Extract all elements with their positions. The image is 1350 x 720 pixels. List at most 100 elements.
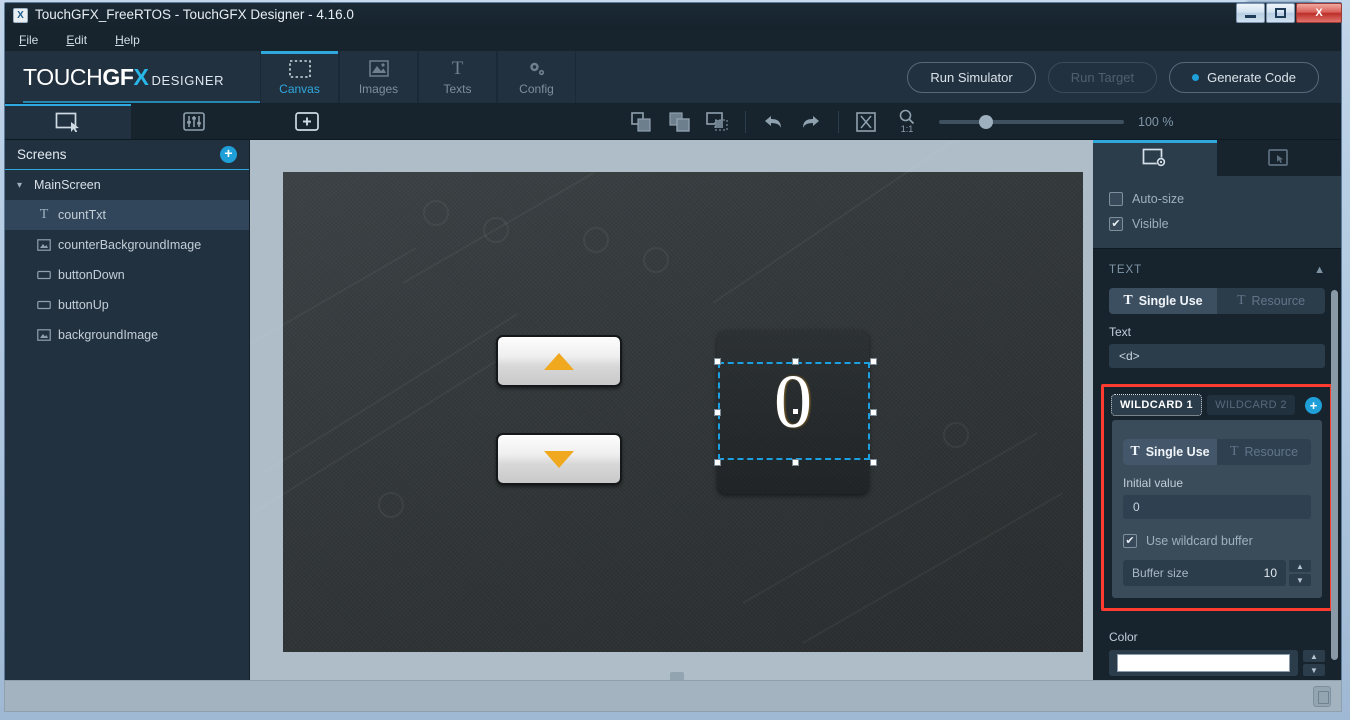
wildcard-2-tab[interactable]: WILDCARD 2 <box>1207 395 1295 415</box>
add-screen-plus-button[interactable]: + <box>220 146 237 163</box>
menu-bar[interactable]: File Edit Help <box>5 29 1341 51</box>
text-mode-single-use-label: Single Use <box>1139 294 1203 308</box>
text-section-header[interactable]: TEXT ▲ <box>1109 261 1325 279</box>
add-wildcard-button[interactable]: + <box>1305 397 1322 414</box>
use-wildcard-buffer-checkbox[interactable]: ✔ <box>1123 534 1137 548</box>
add-screen-button[interactable] <box>257 104 357 139</box>
tree-item-buttondown[interactable]: buttonDown <box>5 260 249 290</box>
generate-code-label: Generate Code <box>1207 70 1296 85</box>
properties-panel-tabs <box>1093 140 1341 176</box>
color-stepper[interactable]: ▲ ▼ <box>1303 650 1325 676</box>
zoom-slider[interactable] <box>939 120 1124 124</box>
properties-tab[interactable] <box>1093 140 1217 176</box>
properties-scroll-area[interactable]: Auto-size ✔ Visible TEXT ▲ <box>1093 176 1341 682</box>
run-target-button[interactable]: Run Target <box>1048 62 1157 93</box>
sliders-icon <box>183 112 205 131</box>
auto-size-row[interactable]: Auto-size <box>1109 186 1325 211</box>
visible-row[interactable]: ✔ Visible <box>1109 211 1325 236</box>
wildcard-1-tab[interactable]: WILDCARD 1 <box>1112 395 1201 415</box>
canvas-tools: 1:1 100 % <box>357 104 1341 139</box>
tab-texts[interactable]: T Texts <box>418 51 497 103</box>
button-down-widget[interactable] <box>496 433 622 485</box>
text-section-title: TEXT <box>1109 264 1142 276</box>
buffer-size-decrement-button[interactable]: ▼ <box>1289 574 1311 586</box>
maximize-button[interactable] <box>1266 3 1295 23</box>
generate-code-button[interactable]: Generate Code <box>1169 62 1319 93</box>
window-controls[interactable]: X <box>1236 3 1342 23</box>
selection-handle-middle-right[interactable] <box>870 409 877 416</box>
screens-panel-tab[interactable] <box>5 104 131 139</box>
basic-properties-block: Auto-size ✔ Visible <box>1093 176 1341 248</box>
selection-box[interactable] <box>718 362 870 460</box>
tab-config[interactable]: Config <box>497 51 576 103</box>
wildcard-mode-resource[interactable]: T Resource <box>1217 439 1311 465</box>
tree-item-mainscreen[interactable]: ▾ MainScreen <box>5 170 249 200</box>
selection-handle-top-center[interactable] <box>792 358 799 365</box>
resize-grip-icon[interactable] <box>1313 686 1331 707</box>
tree-item-backgroundimage[interactable]: backgroundImage <box>5 320 249 350</box>
minimize-button[interactable] <box>1236 3 1265 23</box>
selection-handle-middle-left[interactable] <box>714 409 721 416</box>
undo-button[interactable] <box>754 104 792 140</box>
visible-checkbox[interactable]: ✔ <box>1109 217 1123 231</box>
auto-size-checkbox[interactable] <box>1109 192 1123 206</box>
text-mode-resource[interactable]: T Resource <box>1217 288 1325 314</box>
menu-help[interactable]: Help <box>111 31 144 49</box>
menu-file[interactable]: File <box>15 31 42 49</box>
use-wildcard-buffer-row[interactable]: ✔ Use wildcard buffer <box>1123 528 1311 553</box>
selection-handle-top-right[interactable] <box>870 358 877 365</box>
wildcard-section-highlight: WILDCARD 1 WILDCARD 2 + T Single Use <box>1101 384 1333 611</box>
buffer-size-stepper[interactable]: ▲ ▼ <box>1289 560 1311 586</box>
color-decrement-button[interactable]: ▼ <box>1303 664 1325 676</box>
zoom-one-to-one-button[interactable]: 1:1 <box>885 104 929 140</box>
send-to-back-icon <box>669 112 691 132</box>
initial-value-input[interactable]: 0 <box>1123 495 1311 519</box>
chevron-up-icon[interactable]: ▲ <box>1314 264 1325 276</box>
color-increment-button[interactable]: ▲ <box>1303 650 1325 662</box>
canvas-area[interactable]: 0 <box>250 140 1093 682</box>
selection-handle-top-left[interactable] <box>714 358 721 365</box>
zoom-slider-knob[interactable] <box>979 115 993 129</box>
text-mode-toggle[interactable]: T Single Use T Resource <box>1109 288 1325 314</box>
tab-images-label: Images <box>359 82 398 96</box>
send-to-back-button[interactable] <box>661 104 699 140</box>
align-button[interactable] <box>699 104 737 140</box>
buffer-size-field[interactable]: Buffer size 10 <box>1123 560 1286 586</box>
button-up-widget[interactable] <box>496 335 622 387</box>
redo-button[interactable] <box>792 104 830 140</box>
color-swatch[interactable] <box>1117 654 1290 672</box>
tree-item-backgroundimage-label: backgroundImage <box>58 328 158 342</box>
tab-canvas[interactable]: Canvas <box>260 51 339 103</box>
tree-item-counterbackgroundimage[interactable]: counterBackgroundImage <box>5 230 249 260</box>
interactions-tab[interactable] <box>1217 140 1341 176</box>
selection-handle-bottom-center[interactable] <box>792 459 799 466</box>
wildcard-mode-single-use[interactable]: T Single Use <box>1123 439 1217 465</box>
brand-part1: T <box>23 64 36 90</box>
wildcard-mode-single-use-label: Single Use <box>1146 445 1210 459</box>
brand-part2: OUCH <box>36 64 102 90</box>
run-simulator-button[interactable]: Run Simulator <box>907 62 1035 93</box>
buffer-size-increment-button[interactable]: ▲ <box>1289 560 1311 572</box>
properties-scrollbar-thumb[interactable] <box>1331 290 1338 660</box>
properties-tab-icon <box>1142 148 1168 169</box>
tab-images[interactable]: Images <box>339 51 418 103</box>
design-surface[interactable]: 0 <box>283 172 1083 652</box>
fit-to-screen-button[interactable] <box>847 104 885 140</box>
text-input[interactable]: <d> <box>1109 344 1325 368</box>
zoom-one-to-one-icon <box>898 109 916 125</box>
tree-item-counterbackgroundimage-label: counterBackgroundImage <box>58 238 201 252</box>
tree-item-counttxt[interactable]: T countTxt <box>5 200 249 230</box>
wildcard-mode-toggle[interactable]: T Single Use T Resource <box>1123 439 1311 465</box>
selection-handle-bottom-right[interactable] <box>870 459 877 466</box>
menu-edit[interactable]: Edit <box>62 31 91 49</box>
selection-handle-bottom-left[interactable] <box>714 459 721 466</box>
interactions-panel-tab[interactable] <box>131 104 257 139</box>
text-mode-single-use[interactable]: T Single Use <box>1109 288 1217 314</box>
chevron-down-icon[interactable]: ▾ <box>17 180 27 191</box>
touchgfx-app-icon: X <box>13 8 28 23</box>
wildcard-mode-resource-label: Resource <box>1245 445 1299 459</box>
tree-item-buttonup[interactable]: buttonUp <box>5 290 249 320</box>
color-picker[interactable] <box>1109 650 1298 676</box>
close-button[interactable]: X <box>1296 3 1342 23</box>
bring-to-front-button[interactable] <box>623 104 661 140</box>
